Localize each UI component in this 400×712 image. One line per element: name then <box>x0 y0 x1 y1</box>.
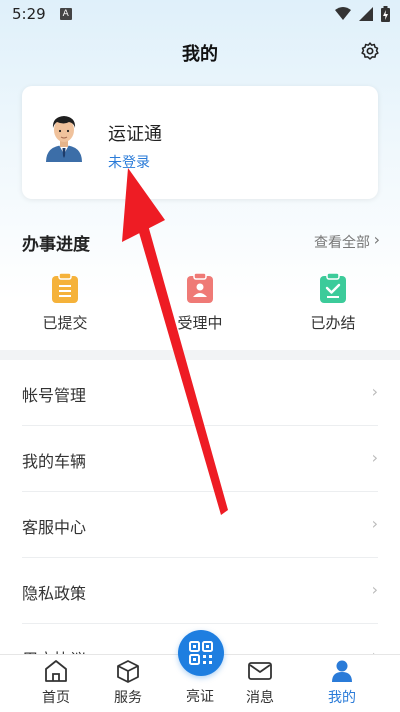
menu-item-label: 隐私政策 <box>22 584 87 603</box>
menu-item-privacy[interactable]: 隐私政策 › <box>22 558 378 624</box>
menu-item-support[interactable]: 客服中心 › <box>22 492 378 558</box>
view-all-link[interactable]: 查看全部 <box>314 232 370 252</box>
title-bar: 我的 <box>0 38 400 68</box>
completed-icon <box>320 272 346 303</box>
chevron-right-icon: › <box>371 580 378 599</box>
progress-item-submitted[interactable]: 已提交 <box>25 272 105 333</box>
tab-home[interactable]: 首页 <box>26 659 86 707</box>
profile-card[interactable]: 运证通 未登录 <box>22 86 378 199</box>
signal-icon <box>359 7 373 21</box>
cube-icon <box>117 660 139 683</box>
user-avatar-icon <box>46 116 82 162</box>
wifi-icon <box>335 7 351 20</box>
status-bar: 5:29 A <box>0 0 400 28</box>
mail-icon <box>248 662 272 680</box>
tab-label: 首页 <box>42 690 70 706</box>
tab-label: 消息 <box>246 690 274 706</box>
tab-services[interactable]: 服务 <box>98 659 158 707</box>
progress-label: 受理中 <box>177 314 223 332</box>
submitted-icon <box>52 272 78 303</box>
progress-item-processing[interactable]: 受理中 <box>160 272 240 333</box>
page-title: 我的 <box>182 44 218 65</box>
section-divider <box>0 350 400 360</box>
menu-item-label: 我的车辆 <box>22 452 87 471</box>
processing-icon <box>187 272 213 303</box>
tab-mine[interactable]: 我的 <box>312 659 372 707</box>
tab-label: 服务 <box>114 690 142 706</box>
chevron-right-icon: › <box>373 230 380 249</box>
status-icons <box>335 6 390 22</box>
chevron-right-icon: › <box>371 448 378 467</box>
app-name: 运证通 <box>108 124 162 145</box>
menu-item-vehicles[interactable]: 我的车辆 › <box>22 426 378 492</box>
menu-item-account[interactable]: 帐号管理 › <box>22 360 378 426</box>
status-time: 5:29 <box>12 5 46 23</box>
battery-icon <box>381 6 390 22</box>
tab-label[interactable]: 亮证 <box>170 686 230 706</box>
qr-code-icon <box>189 641 213 665</box>
progress-header: 办事进度 查看全部 › <box>22 228 380 255</box>
notification-icon: A <box>59 8 72 20</box>
progress-label: 已办结 <box>310 314 356 332</box>
home-icon <box>45 660 67 682</box>
gear-icon[interactable] <box>360 41 380 61</box>
person-icon <box>332 660 352 682</box>
progress-label: 已提交 <box>42 314 88 332</box>
chevron-right-icon: › <box>371 514 378 533</box>
progress-item-completed[interactable]: 已办结 <box>293 272 373 333</box>
menu-item-label: 客服中心 <box>22 518 87 537</box>
progress-title: 办事进度 <box>22 235 90 255</box>
tab-label: 我的 <box>328 690 356 706</box>
menu-item-label: 帐号管理 <box>22 386 87 405</box>
chevron-right-icon: › <box>371 382 378 401</box>
tab-messages[interactable]: 消息 <box>230 659 290 707</box>
show-license-button[interactable] <box>178 630 224 676</box>
login-link[interactable]: 未登录 <box>108 152 150 172</box>
